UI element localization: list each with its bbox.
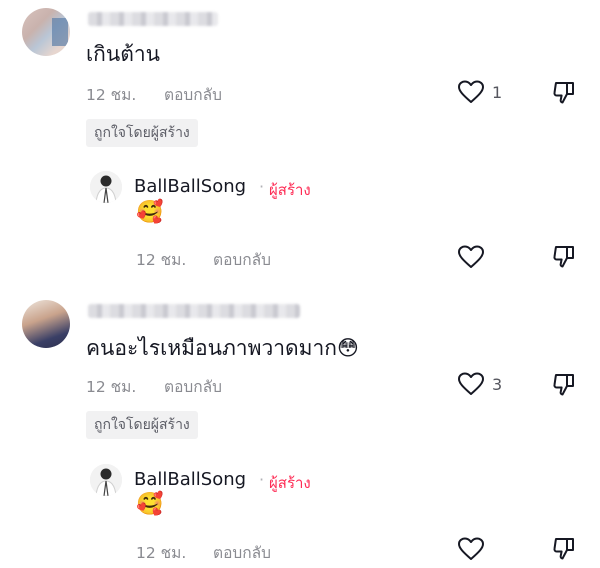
heart-icon (458, 537, 484, 560)
creator-avatar[interactable] (90, 171, 122, 203)
creator-avatar-image (90, 464, 122, 496)
comment-time: 12 ชม. (86, 378, 137, 396)
liked-by-creator-badge: ถูกใจโดยผู้สร้าง (86, 411, 198, 439)
reply-emoji: 🥰 (136, 200, 164, 225)
reply-time: 12 ชม. (136, 544, 187, 562)
commenter-name-blurred[interactable] (88, 12, 218, 26)
separator-dot: · (259, 177, 265, 196)
dislike-icon (553, 82, 574, 104)
reply-username[interactable]: BallBallSong (134, 176, 246, 197)
like-button[interactable] (457, 537, 487, 563)
reply-button[interactable]: ตอบกลับ (213, 247, 271, 272)
comment-text: คนอะไรเหมือนภาพวาดมาก😳 (86, 336, 359, 360)
reply-username[interactable]: BallBallSong (134, 469, 246, 490)
like-button[interactable] (457, 80, 487, 106)
comment-text: เกินต้าน (86, 42, 161, 66)
creator-avatar-image (90, 171, 122, 203)
commenter-name-blurred[interactable] (88, 304, 300, 318)
creator-avatar[interactable] (90, 464, 122, 496)
reply-time: 12 ชม. (136, 251, 187, 269)
liked-by-creator-badge: ถูกใจโดยผู้สร้าง (86, 119, 198, 147)
like-button[interactable] (457, 372, 487, 398)
like-count: 1 (492, 83, 503, 102)
dislike-icon (553, 246, 574, 268)
dislike-icon (553, 538, 574, 560)
separator-dot: · (259, 470, 265, 489)
avatar[interactable] (22, 300, 70, 348)
reply-button[interactable]: ตอบกลับ (213, 540, 271, 565)
reply-button[interactable]: ตอบกลับ (164, 82, 222, 107)
dislike-button[interactable] (552, 244, 578, 272)
comment-time: 12 ชม. (86, 86, 137, 104)
like-button[interactable] (457, 245, 487, 271)
heart-icon (458, 372, 484, 395)
dislike-button[interactable] (552, 80, 578, 108)
heart-icon (458, 80, 484, 103)
creator-label: ผู้สร้าง (269, 474, 311, 492)
like-count: 3 (492, 375, 503, 394)
dislike-button[interactable] (552, 536, 578, 564)
avatar[interactable] (22, 8, 70, 56)
heart-icon (458, 245, 484, 268)
reply-button[interactable]: ตอบกลับ (164, 374, 222, 399)
creator-label: ผู้สร้าง (269, 181, 311, 199)
dislike-icon (553, 374, 574, 396)
reply-emoji: 🥰 (136, 492, 164, 517)
dislike-button[interactable] (552, 372, 578, 400)
